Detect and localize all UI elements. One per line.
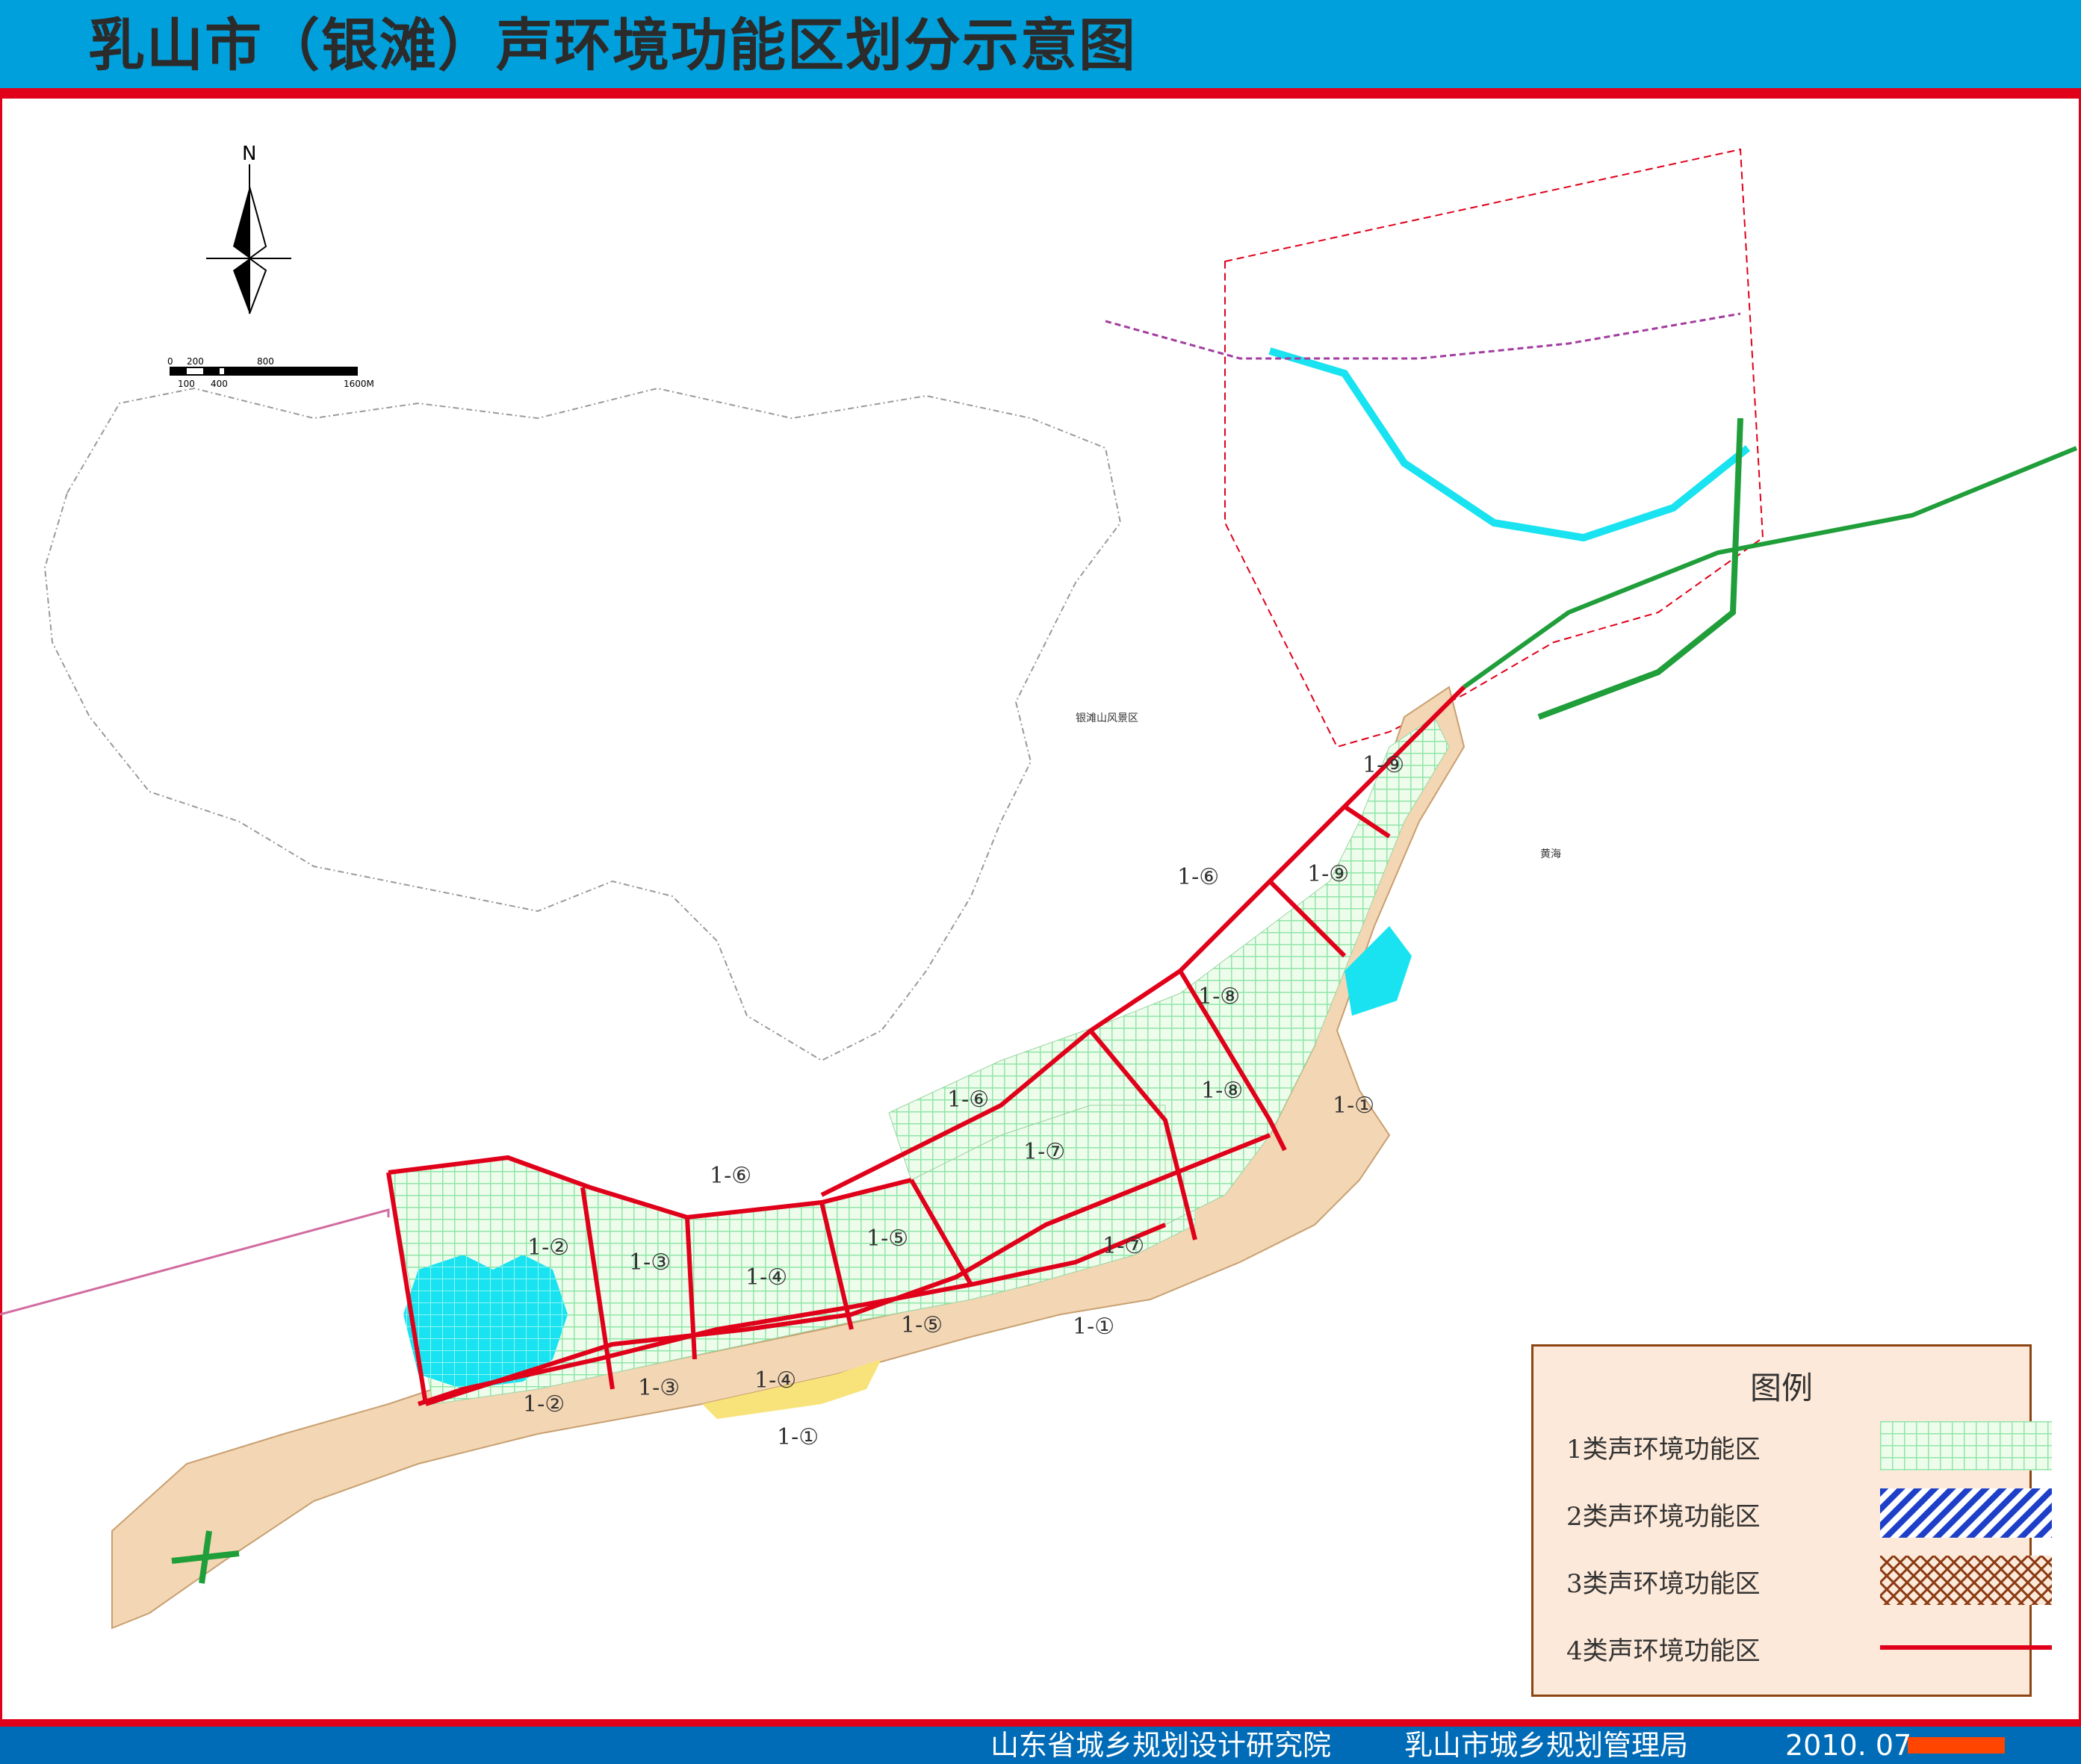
map-legend: 图例 1类声环境功能区 2类声环境功能区 3类声环境功能区 4类声环境功能区 xyxy=(1531,1344,2052,1697)
footer-accent-bar xyxy=(1908,1737,2005,1754)
footer-date: 2010. 07 xyxy=(1785,1729,1912,1762)
river-north xyxy=(1268,347,1751,542)
zone-label: 1-⑥ xyxy=(947,1087,989,1113)
sea-label: 黄海 xyxy=(1540,848,1561,860)
legend-item-class2: 2类声环境功能区 xyxy=(1566,1488,2052,1541)
north-boundary xyxy=(1224,148,1764,748)
scale-tick-400: 400 xyxy=(211,379,228,389)
scale-tick-100: 100 xyxy=(178,379,195,389)
legend-label: 4类声环境功能区 xyxy=(1566,1636,1761,1666)
north-label: N xyxy=(242,143,256,165)
zone-label: 1-⑨ xyxy=(1362,752,1404,778)
zone-label: 1-⑦ xyxy=(1102,1233,1144,1259)
scale-bar: 0 200 800 100 400 1600M xyxy=(167,356,374,389)
scale-tick-0: 0 xyxy=(167,356,173,367)
zone-label: 1-③ xyxy=(629,1249,671,1276)
legend-item-class1: 1类声环境功能区 xyxy=(1566,1421,2052,1473)
zone-label: 1-① xyxy=(1073,1314,1114,1340)
legend-item-class4: 4类声环境功能区 xyxy=(1566,1623,2052,1675)
legend-title: 图例 xyxy=(1749,1370,1813,1406)
legend-swatch-blue-hatch xyxy=(1880,1488,2052,1538)
legend-swatch-brown-cross xyxy=(1880,1556,2052,1605)
scenic-area-label: 银滩山风景区 xyxy=(1076,712,1138,724)
coastal-highway xyxy=(0,1208,390,1316)
footer-org2: 乳山市城乡规划管理局 xyxy=(1404,1729,1689,1762)
footer-org1: 山东省城乡规划设计研究院 xyxy=(990,1729,1332,1762)
zone-label: 1-④ xyxy=(754,1367,796,1394)
zone-label: 1-⑤ xyxy=(866,1226,908,1252)
legend-label: 2类声环境功能区 xyxy=(1566,1502,1761,1532)
coastline-east xyxy=(1463,446,2078,689)
legend-swatch-green-grid xyxy=(1880,1421,2052,1470)
zone-label: 1-② xyxy=(527,1235,569,1261)
zone-label: 1-⑨ xyxy=(1307,861,1349,887)
zone-label: 1-⑥ xyxy=(1177,864,1219,890)
scale-tick-200: 200 xyxy=(187,356,204,367)
legend-label: 1类声环境功能区 xyxy=(1566,1435,1761,1465)
footer-rule xyxy=(0,1719,2081,1727)
page-title: 乳山市（银滩）声环境功能区划分示意图 xyxy=(88,12,1137,78)
legend-swatch-red-line xyxy=(1880,1645,2052,1650)
zone-label: 1-⑧ xyxy=(1201,1078,1243,1104)
legend-label: 3类声环境功能区 xyxy=(1566,1569,1761,1599)
zone-label: 1-① xyxy=(1333,1093,1374,1119)
scale-tick-1600: 1600M xyxy=(344,379,374,389)
zone-label: 1-① xyxy=(777,1424,819,1450)
zone-label: 1-⑥ xyxy=(710,1163,751,1189)
zone-label: 1-⑧ xyxy=(1198,984,1240,1010)
zone-label: 1-② xyxy=(523,1391,565,1417)
rail-north xyxy=(1105,312,1741,360)
coastal-land xyxy=(111,686,1466,1630)
zone-label: 1-⑦ xyxy=(1023,1139,1065,1165)
legend-item-class3: 3类声环境功能区 xyxy=(1566,1556,2052,1608)
scenic-area-outline xyxy=(43,387,1122,1062)
title-underline xyxy=(0,88,2081,99)
scale-tick-800: 800 xyxy=(257,356,274,367)
north-arrow: N xyxy=(206,143,291,314)
zone-label: 1-③ xyxy=(638,1375,680,1401)
zone-label: 1-⑤ xyxy=(901,1312,943,1338)
zone-label: 1-④ xyxy=(745,1264,787,1291)
